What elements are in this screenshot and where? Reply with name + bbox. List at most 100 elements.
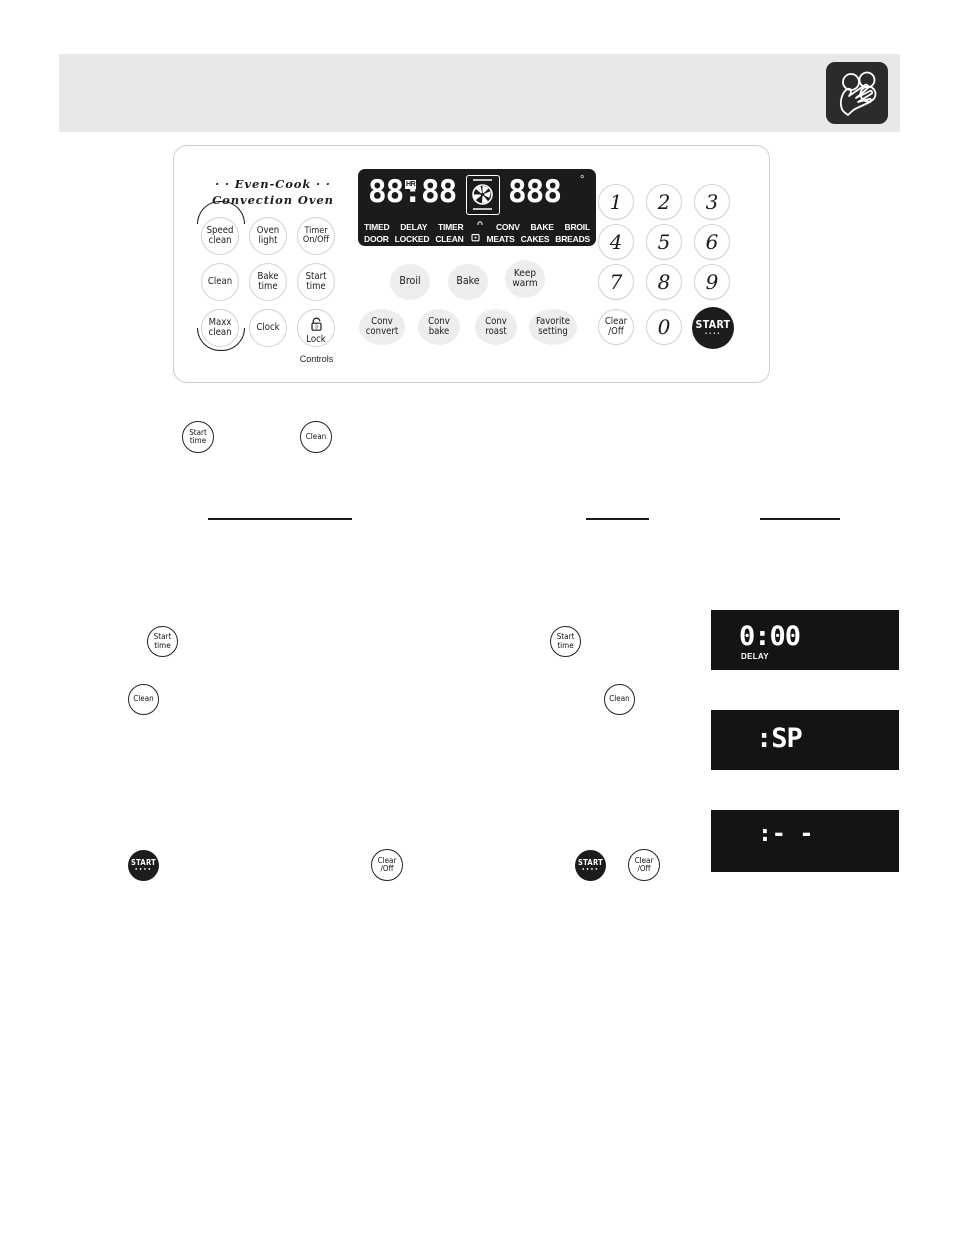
key-start[interactable]: START •••• <box>692 307 734 349</box>
key-6[interactable]: 6 <box>694 224 730 260</box>
start-dots-decoration: •••• <box>704 331 722 337</box>
key-start-time[interactable]: Start time <box>297 263 335 301</box>
inline-key-step-b-clean[interactable]: Clean <box>128 684 159 715</box>
inline-key-step-c-start[interactable]: START •••• <box>575 850 606 881</box>
key-2[interactable]: 2 <box>646 184 682 220</box>
key-broil[interactable]: Broil <box>390 264 430 300</box>
svg-text:3: 3 <box>315 325 318 331</box>
key-5[interactable]: 5 <box>646 224 682 260</box>
key-conv-roast[interactable]: Conv roast <box>475 309 517 345</box>
key-0-label: 0 <box>657 314 671 339</box>
inline-key-step-a-start-time[interactable]: Start time <box>182 421 214 453</box>
vfd-degree-symbol: ° <box>580 174 585 186</box>
inline-key-step-b-start-time[interactable]: Start time <box>147 626 178 657</box>
key-clear-off-line1: Clear <box>604 316 628 328</box>
key-maxx-clean[interactable]: Maxx clean <box>201 309 239 347</box>
key-maxx-clean-line1: Maxx <box>208 317 232 329</box>
key-4-label: 4 <box>609 229 623 254</box>
key-0[interactable]: 0 <box>646 309 682 345</box>
key-oven-light[interactable]: Oven light <box>249 217 287 255</box>
inline-key-step-c-start-time[interactable]: Start time <box>550 626 581 657</box>
key-bake-time[interactable]: Bake time <box>249 263 287 301</box>
inline-key-step-c-clean[interactable]: Clean <box>604 684 635 715</box>
key-lock-controls[interactable]: 3 Lock <box>297 309 335 347</box>
inline-key-b-clean-label: Clean <box>133 694 154 704</box>
vfd-ind-broil: BROIL <box>564 222 591 232</box>
vfd-ind-meats: MEATS <box>486 234 515 244</box>
inline-key-a-clean-label: Clean <box>305 431 327 441</box>
key-speed-clean[interactable]: Speed clean <box>201 217 239 255</box>
inline-key-a-start-line1: Start <box>189 427 207 437</box>
key-clear-off[interactable]: Clear /Off <box>598 309 634 345</box>
vfd-ind-breads: BREADS <box>555 234 590 244</box>
brand-line-1: · · Even-Cook · · <box>215 177 331 191</box>
key-1-label: 1 <box>609 189 623 214</box>
brand-line-2: Convection Oven <box>212 193 334 207</box>
key-clean[interactable]: Clean <box>201 263 239 301</box>
vfd-ind-timer: TIMER <box>437 222 464 232</box>
inline-key-c-clean-label: Clean <box>609 694 630 704</box>
key-8[interactable]: 8 <box>646 264 682 300</box>
oven-control-panel: · · Even-Cook · · Convection Oven Speed … <box>173 145 770 383</box>
key-conv-bake-line1: Conv <box>428 316 450 328</box>
vfd-ind-clean: CLEAN <box>435 234 464 244</box>
vfd-ind-door: DOOR <box>364 234 389 244</box>
inline-key-c-clear-line1: Clear <box>634 855 654 865</box>
rule-3 <box>760 518 840 520</box>
key-3-label: 3 <box>705 189 719 214</box>
inline-key-c-start-line2: time <box>557 640 574 650</box>
key-start-label: START <box>695 318 731 331</box>
key-conv-bake[interactable]: Conv bake <box>418 309 460 345</box>
key-start-time-line2: time <box>306 281 326 292</box>
key-bake[interactable]: Bake <box>448 264 488 300</box>
key-2-label: 2 <box>657 189 671 214</box>
key-3[interactable]: 3 <box>694 184 730 220</box>
key-conv-roast-line2: roast <box>485 326 507 337</box>
inline-key-step-b-clear-off[interactable]: Clear /Off <box>371 849 403 881</box>
vfd-temperature-digits: 888 <box>508 174 562 210</box>
inline-key-b-clear-line2: /Off <box>380 864 394 873</box>
key-timer-on-off[interactable]: Timer On/Off <box>297 217 335 255</box>
key-start-time-line1: Start <box>305 271 327 283</box>
key-keep-warm[interactable]: Keep warm <box>505 260 545 298</box>
convection-fan-icon <box>466 175 500 215</box>
display-panel-dashes: :- - <box>711 810 899 872</box>
key-9[interactable]: 9 <box>694 264 730 300</box>
key-favorite-setting[interactable]: Favorite setting <box>529 309 577 345</box>
key-conv-convert-line2: convert <box>365 326 399 337</box>
key-speed-clean-line1: Speed <box>206 225 234 237</box>
inline-key-b-start-line2: time <box>154 640 171 650</box>
inline-key-a-start-line2: time <box>189 436 207 445</box>
display-dashes-value: :- - <box>758 821 814 847</box>
key-favorite-line1: Favorite <box>535 316 571 328</box>
inline-key-b-start-btn-label: START <box>130 858 157 868</box>
key-keep-warm-line2: warm <box>512 278 538 289</box>
key-lock-label: Lock <box>306 334 326 345</box>
inline-key-step-c-clear-off[interactable]: Clear /Off <box>628 849 660 881</box>
vfd-ind-cakes: CAKES <box>520 234 550 244</box>
inline-key-c-start-line1: Start <box>556 632 575 642</box>
inline-key-step-a-clean[interactable]: Clean <box>300 421 332 453</box>
key-conv-convert[interactable]: Conv convert <box>359 309 405 345</box>
key-7-label: 7 <box>609 269 623 294</box>
key-4[interactable]: 4 <box>598 224 634 260</box>
inline-key-step-b-start[interactable]: START •••• <box>128 850 159 881</box>
inline-key-b-start-line1: Start <box>153 632 172 642</box>
key-8-label: 8 <box>657 269 671 294</box>
key-1[interactable]: 1 <box>598 184 634 220</box>
key-7[interactable]: 7 <box>598 264 634 300</box>
padlock-icon: 3 <box>310 317 323 335</box>
key-9-label: 9 <box>705 269 719 294</box>
start-dots-decoration-b: •••• <box>134 866 153 873</box>
key-conv-convert-line1: Conv <box>371 316 393 328</box>
rule-1 <box>208 518 352 520</box>
display-panel-delay: 0:00 DELAY <box>711 610 899 670</box>
vfd-ind-locked: LOCKED <box>394 234 430 244</box>
vfd-indicator-row-2: DOOR LOCKED CLEAN MEATS CAKES BREADS <box>364 232 590 244</box>
key-keep-warm-line1: Keep <box>513 267 537 279</box>
key-6-label: 6 <box>705 229 719 254</box>
inline-key-b-clear-line1: Clear <box>377 855 397 865</box>
rule-2 <box>586 518 649 520</box>
key-timer-line2: On/Off <box>302 235 330 245</box>
key-clock[interactable]: Clock <box>249 309 287 347</box>
